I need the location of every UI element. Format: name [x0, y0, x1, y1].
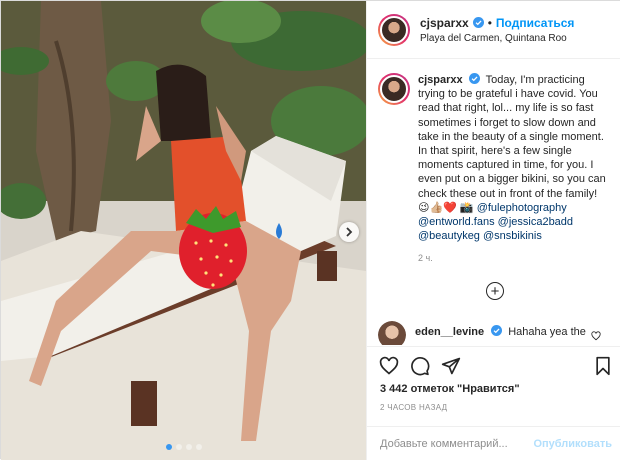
mention-link[interactable]: @entworld.fans: [418, 216, 495, 228]
comment-icon[interactable]: [410, 356, 430, 376]
caption-author-avatar[interactable]: [378, 73, 410, 105]
post-photo[interactable]: [1, 1, 366, 460]
bookmark-icon[interactable]: [594, 356, 612, 376]
verified-badge-icon: [472, 17, 484, 28]
carousel-dot: [185, 444, 192, 450]
comment-input[interactable]: [380, 437, 534, 450]
comment-like-heart-icon[interactable]: [591, 331, 601, 341]
caption-time: 2 ч.: [418, 253, 433, 264]
mention-link[interactable]: @fulephotography: [477, 202, 567, 214]
carousel-dot: [195, 444, 202, 450]
commenter-username[interactable]: eden__levine: [415, 326, 484, 338]
post-location[interactable]: Playa del Carmen, Quintana Roo: [420, 33, 574, 44]
mention-link[interactable]: @snsbikinis: [483, 230, 542, 242]
heart-icon[interactable]: [379, 356, 399, 376]
caption-text: Today, I'm practicing trying to be grate…: [418, 74, 606, 200]
caption-emojis: 😉👍🏼❤️ 📸: [418, 201, 474, 214]
next-slide-button[interactable]: [339, 222, 359, 242]
photo-illustration: [1, 1, 366, 460]
instagram-post-card: cjsparxx • Подписаться Playa del Carmen,…: [0, 0, 620, 460]
post-timestamp[interactable]: 2 ЧАСОВ НАЗАД: [380, 403, 447, 412]
add-comment-bar: Опубликовать: [367, 426, 620, 460]
mention-link[interactable]: @jessica2badd: [498, 216, 573, 228]
commenter-avatar[interactable]: [378, 321, 406, 345]
header-separator: •: [487, 15, 492, 30]
mention-link[interactable]: @beautykeg: [418, 230, 480, 242]
author-avatar[interactable]: [378, 13, 410, 46]
plus-circle-icon: +: [490, 282, 500, 300]
chevron-right-icon: [346, 227, 353, 237]
post-side-panel: cjsparxx • Подписаться Playa del Carmen,…: [366, 1, 620, 460]
follow-button[interactable]: Подписаться: [496, 16, 574, 30]
verified-badge-icon: [491, 325, 503, 336]
load-more-comments-button[interactable]: +: [486, 282, 504, 300]
carousel-dot: [175, 444, 182, 450]
carousel-dot: [165, 444, 172, 450]
post-actions: 3 442 отметок "Нравится" 2 ЧАСОВ НАЗАД: [367, 346, 620, 428]
comment-text: Hahaha yea the: [508, 326, 586, 338]
verified-badge-icon: [468, 73, 480, 84]
carousel-indicator: [1, 444, 366, 450]
caption-username[interactable]: cjsparxx: [418, 74, 463, 86]
comment-item: eden__levine Hahaha yea the: [378, 321, 618, 345]
post-header: cjsparxx • Подписаться Playa del Carmen,…: [367, 1, 620, 59]
share-icon[interactable]: [441, 356, 461, 376]
likes-count[interactable]: 3 442 отметок "Нравится": [380, 383, 520, 395]
author-username[interactable]: cjsparxx: [420, 16, 469, 30]
post-caption: cjsparxx Today, I'm practicing trying to…: [378, 73, 618, 266]
publish-button[interactable]: Опубликовать: [533, 438, 612, 450]
